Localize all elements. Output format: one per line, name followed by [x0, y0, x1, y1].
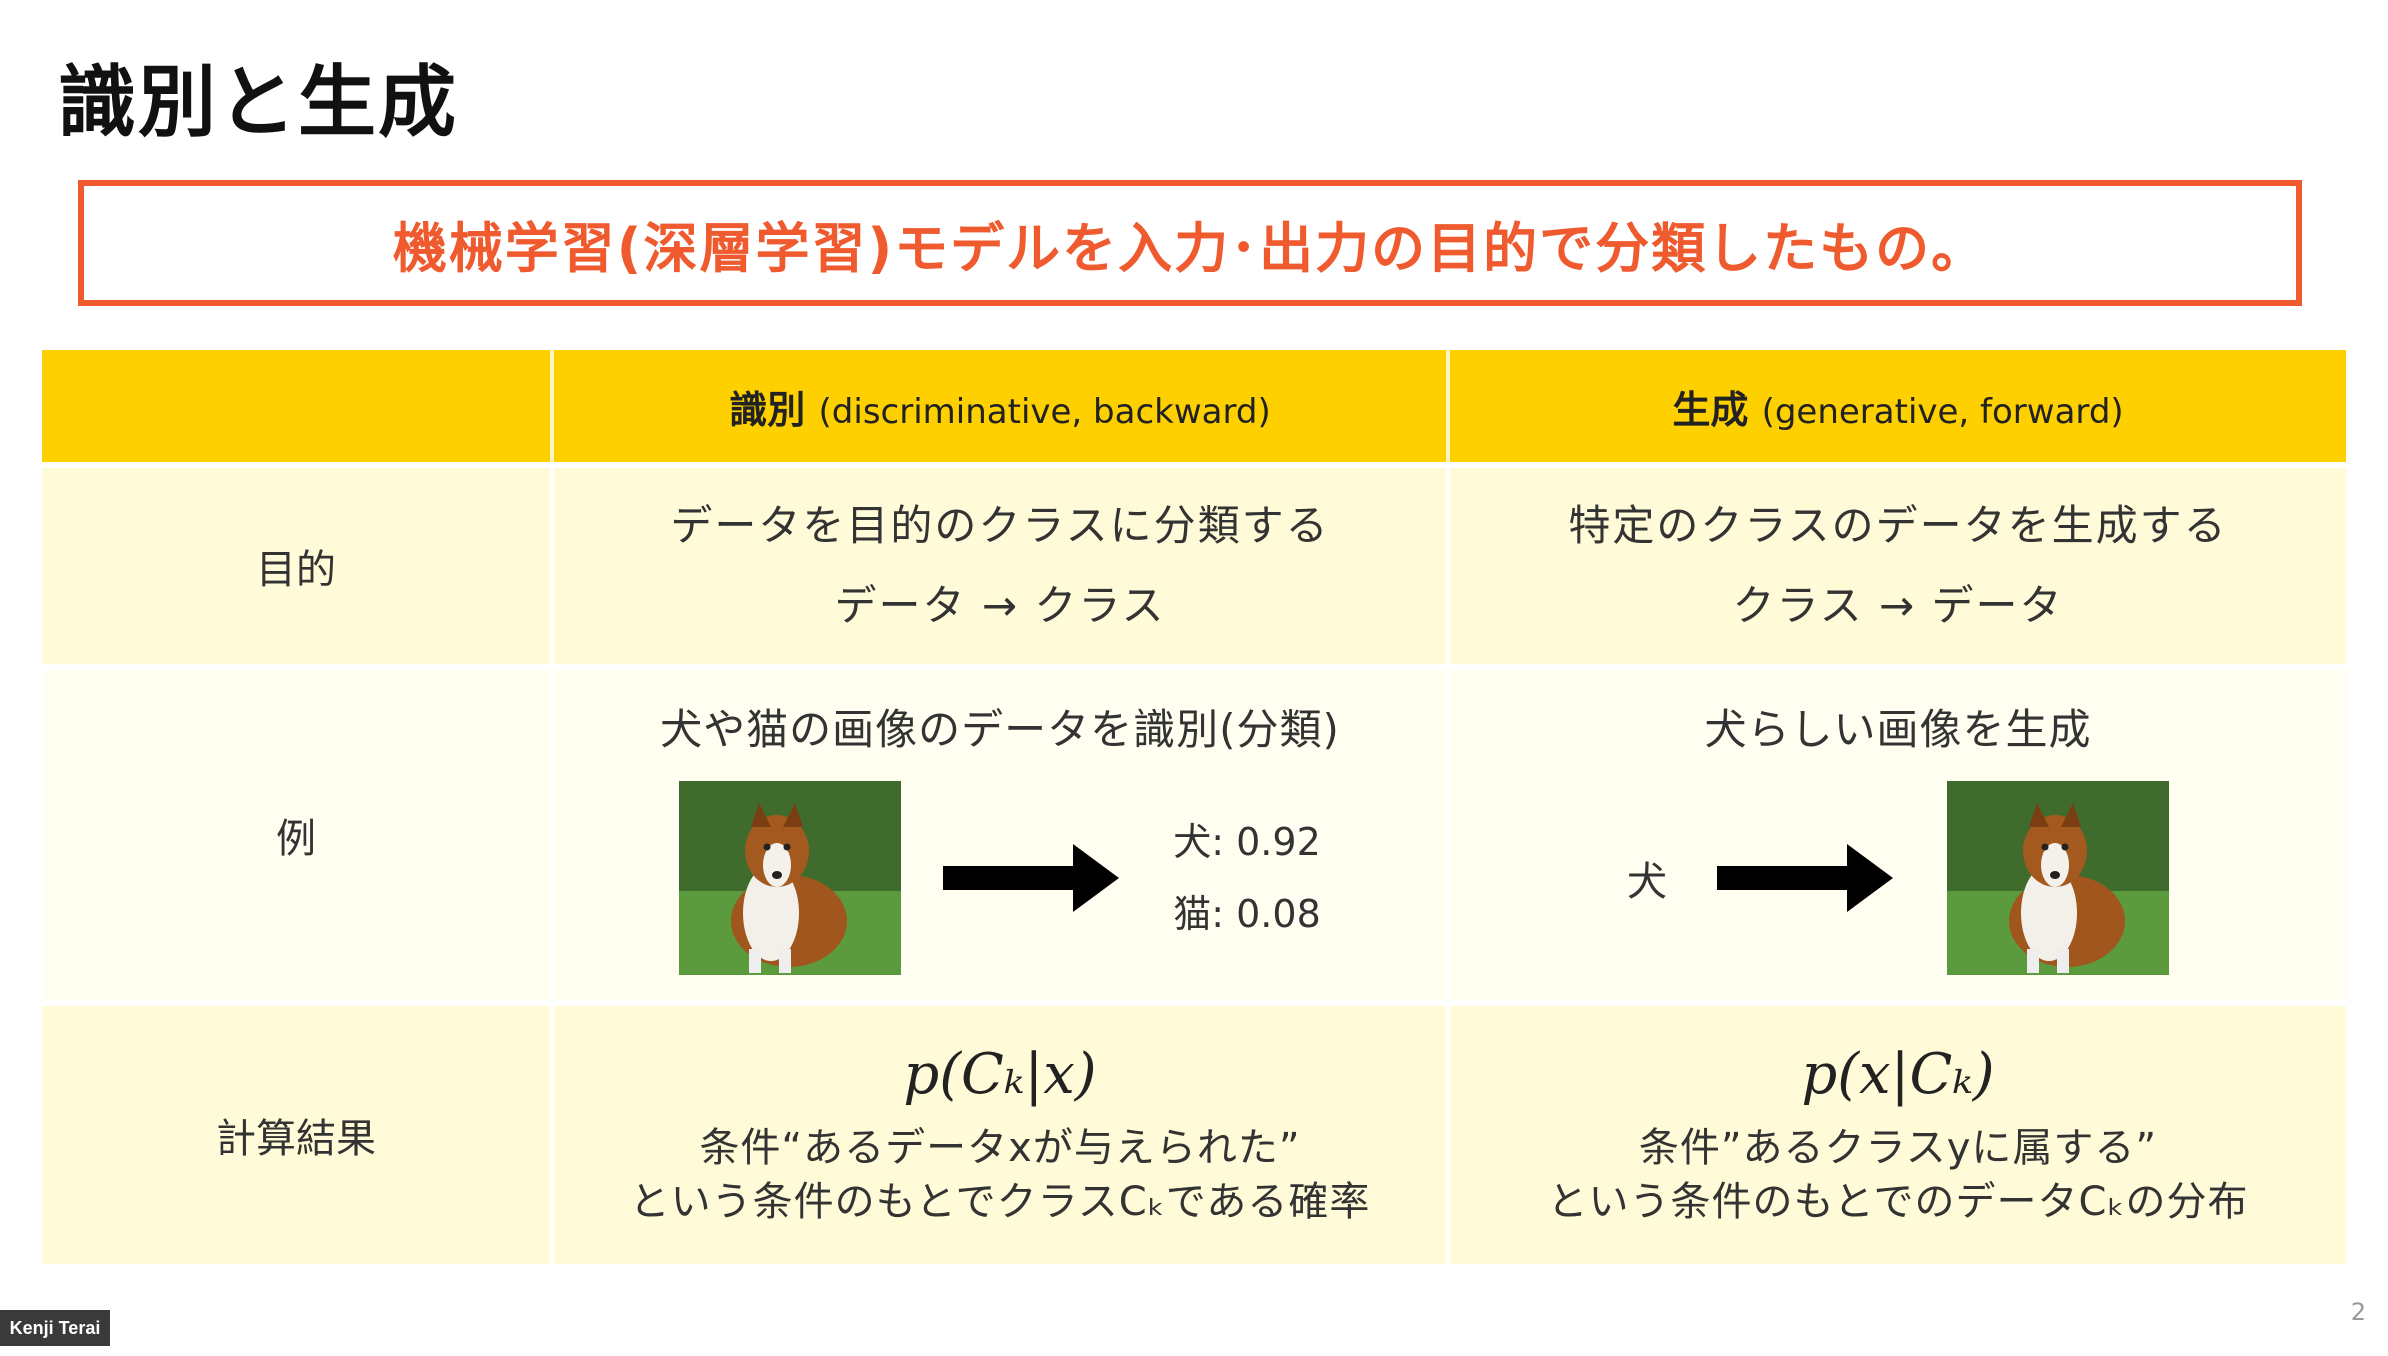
dog-photo-generated: [1947, 780, 2169, 975]
prob-dog: 犬: 0.92: [1173, 819, 1321, 864]
result-label: 計算結果: [42, 1000, 552, 1264]
purpose-gen-cell: 特定のクラスのデータを生成する クラス → データ: [1446, 462, 2346, 667]
right-arrow-icon: [1717, 843, 1893, 912]
purpose-gen-line1: 特定のクラスのデータを生成する: [1568, 501, 2228, 550]
comparison-table: 識別 (discriminative, backward) 生成 (genera…: [42, 350, 2346, 1264]
purpose-label: 目的: [42, 462, 552, 667]
subtitle-text: 機械学習(深層学習)モデルを入力･出力の目的で分類したもの。: [392, 216, 1988, 280]
example-gen-cell: 犬らしい画像を生成 犬: [1446, 664, 2346, 1003]
presenter-name-tag: Kenji Terai: [0, 1310, 110, 1346]
header-discriminative: 識別 (discriminative, backward): [550, 350, 1448, 465]
header-disc-jp: 識別: [729, 387, 806, 432]
example-label: 例: [42, 664, 552, 1003]
example-gen-title: 犬らしい画像を生成: [1704, 704, 2092, 754]
page-number: 2: [2350, 1298, 2366, 1326]
header-generative: 生成 (generative, forward): [1446, 350, 2346, 465]
prob-cat: 猫: 0.08: [1173, 891, 1321, 936]
example-disc-cell: 犬や猫の画像のデータを識別(分類) 犬: 0.92 猫: 0.08: [550, 664, 1448, 1003]
header-empty: [42, 350, 552, 465]
subtitle-box: 機械学習(深層学習)モデルを入力･出力の目的で分類したもの。: [78, 180, 2302, 306]
right-arrow-icon: [943, 843, 1120, 912]
slide-title: 識別と生成: [58, 58, 459, 148]
purpose-disc-line1: データを目的のクラスに分類する: [670, 501, 1330, 550]
result-row: 計算結果 p(Cₖ|x) 条件“あるデータxが与えられた” という条件のもとでク…: [42, 1000, 2346, 1264]
gen-input-label: 犬: [1627, 858, 1667, 905]
disc-desc-line2: という条件のもとでクラスCₖである確率: [629, 1178, 1371, 1225]
header-gen-jp: 生成: [1672, 387, 1749, 432]
gen-desc-line2: という条件のもとでのデータCₖの分布: [1547, 1178, 2249, 1225]
purpose-disc-line2: データ → クラス: [834, 581, 1166, 630]
header-gen-en: (generative, forward): [1761, 391, 2124, 432]
example-gen-flow: 犬: [1450, 780, 2346, 975]
dog-illustration: [1947, 780, 2169, 975]
header-disc-en: (discriminative, backward): [818, 391, 1271, 432]
purpose-row: 目的 データを目的のクラスに分類する データ → クラス 特定のクラスのデータを…: [42, 462, 2346, 667]
purpose-disc-cell: データを目的のクラスに分類する データ → クラス: [550, 462, 1448, 667]
dog-photo: [679, 780, 902, 975]
probability-list: 犬: 0.92 猫: 0.08: [1173, 806, 1321, 950]
disc-formula: p(Cₖ|x): [903, 1041, 1097, 1107]
purpose-gen-line2: クラス → データ: [1732, 581, 2064, 630]
example-disc-flow: 犬: 0.92 猫: 0.08: [554, 780, 1446, 975]
result-gen-cell: p(x|Cₖ) 条件”あるクラスyに属する” という条件のもとでのデータCₖの分…: [1446, 1000, 2346, 1264]
example-disc-title: 犬や猫の画像のデータを識別(分類): [660, 704, 1340, 754]
dog-illustration: [679, 780, 902, 975]
example-row: 例 犬や猫の画像のデータを識別(分類) 犬: 0.92 猫: 0.08 犬らしい…: [42, 664, 2346, 1003]
result-disc-cell: p(Cₖ|x) 条件“あるデータxが与えられた” という条件のもとでクラスCₖで…: [550, 1000, 1448, 1264]
gen-desc-line1: 条件”あるクラスyに属する”: [1638, 1124, 2158, 1171]
disc-desc-line1: 条件“あるデータxが与えられた”: [699, 1124, 1301, 1171]
gen-formula: p(x|Cₖ): [1801, 1041, 1995, 1107]
header-row: 識別 (discriminative, backward) 生成 (genera…: [42, 350, 2346, 465]
